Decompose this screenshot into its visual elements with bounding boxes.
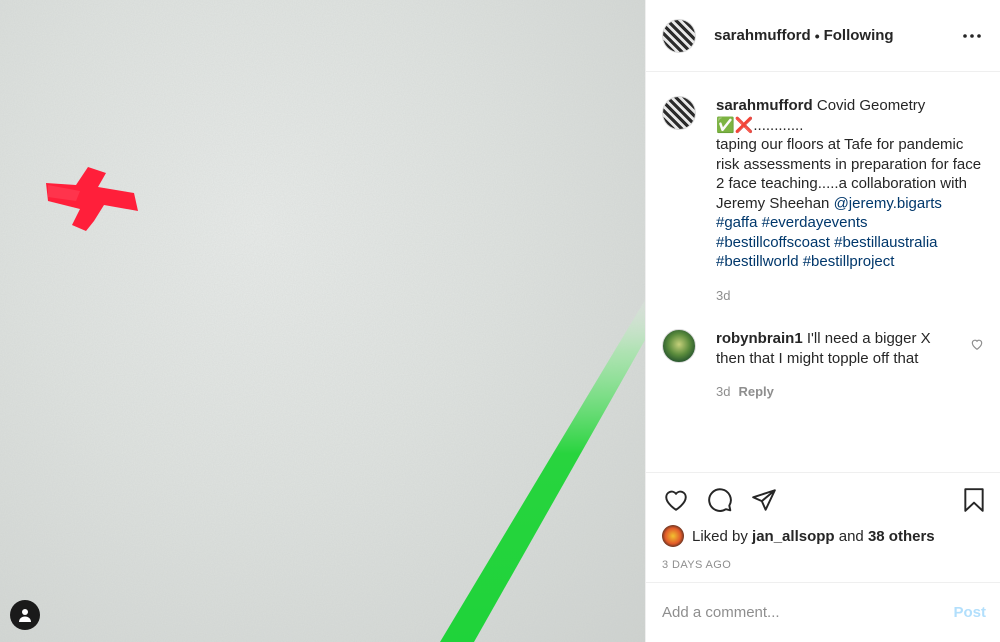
comment-age[interactable]: 3d (716, 384, 730, 399)
author-avatar[interactable] (662, 18, 696, 53)
likes-others-link[interactable]: 38 others (868, 528, 935, 545)
caption-emoji: ✅❌ (716, 116, 754, 134)
following-button[interactable]: Following (824, 27, 894, 44)
post-photo[interactable] (0, 0, 645, 642)
caption-age[interactable]: 3d (716, 288, 730, 303)
caption-avatar[interactable] (662, 96, 696, 130)
instagram-post: sarahmufford • Following sarahmufford Co… (0, 0, 1000, 642)
actions-section: Liked by jan_allsopp and 38 others 3 DAY… (646, 472, 1000, 582)
hashtag-link[interactable]: #gaffa (716, 214, 757, 231)
green-line-tape (440, 300, 645, 642)
hashtag-link[interactable]: #everdayevents (762, 214, 868, 231)
post-header: sarahmufford • Following (646, 0, 1000, 72)
post-side-panel: sarahmufford • Following sarahmufford Co… (645, 0, 1000, 642)
commenter-avatar[interactable] (662, 329, 696, 363)
ellipsis-icon (963, 33, 981, 38)
comment-icon (708, 488, 732, 512)
mention-link[interactable]: @jeremy.bigarts (834, 195, 942, 212)
action-icons (662, 485, 988, 515)
comment-item: robynbrain1 I'll need a bigger X then th… (662, 329, 984, 402)
add-comment-input[interactable] (662, 604, 954, 621)
liker-avatar[interactable] (662, 525, 684, 547)
hashtag-link[interactable]: #bestillcoffscoast (716, 234, 830, 251)
likes-summary: Liked by jan_allsopp and 38 others (662, 525, 988, 547)
likes-conj: and (838, 527, 864, 545)
tagged-user-button[interactable] (10, 600, 40, 630)
share-icon (752, 489, 776, 511)
save-button[interactable] (960, 486, 988, 514)
reply-button[interactable]: Reply (738, 384, 773, 399)
comment-button[interactable] (706, 486, 734, 514)
caption-username[interactable]: sarahmufford (716, 97, 813, 114)
caption-meta: 3d (716, 286, 984, 306)
liker-username[interactable]: jan_allsopp (752, 528, 835, 545)
caption-dots: ............ (753, 116, 804, 134)
caption: sarahmufford Covid Geometry ✅❌..........… (662, 96, 984, 305)
comment-username[interactable]: robynbrain1 (716, 330, 803, 347)
share-button[interactable] (750, 486, 778, 514)
comments-section: sarahmufford Covid Geometry ✅❌..........… (646, 72, 1000, 472)
add-comment-bar: Post (646, 582, 1000, 642)
person-icon (19, 609, 31, 622)
comment-meta: 3d Reply (716, 382, 958, 402)
hashtag-link[interactable]: #bestillaustralia (834, 234, 937, 251)
post-timestamp[interactable]: 3 DAYS AGO (662, 559, 988, 571)
more-options-button[interactable] (960, 24, 984, 48)
header-separator: • (814, 27, 820, 44)
heart-icon (665, 490, 687, 511)
comment-body: robynbrain1 I'll need a bigger X then th… (716, 329, 958, 402)
author-username[interactable]: sarahmufford (714, 27, 811, 44)
hashtag-link[interactable]: #bestillworld (716, 253, 799, 270)
likes-prefix: Liked by (692, 527, 748, 545)
bookmark-icon (964, 488, 984, 512)
like-button[interactable] (662, 486, 690, 514)
caption-title: Covid Geometry (816, 97, 926, 114)
hashtag-link[interactable]: #bestillproject (803, 253, 895, 270)
post-comment-button[interactable]: Post (953, 604, 986, 621)
comment-like-heart-icon[interactable] (970, 337, 984, 351)
caption-body: sarahmufford Covid Geometry ✅❌..........… (716, 96, 984, 305)
